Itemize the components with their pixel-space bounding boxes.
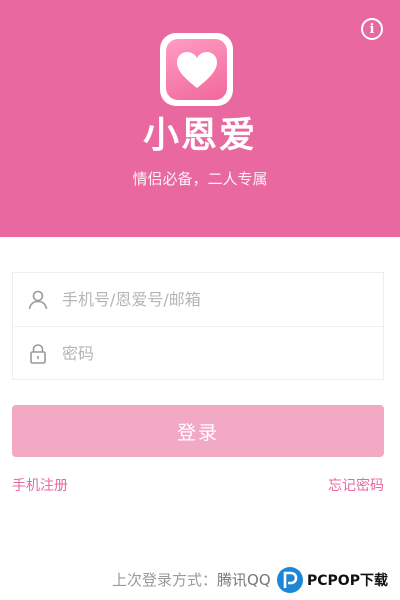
username-input[interactable] [62,284,362,315]
watermark-text: PCPOP下载 [307,573,388,589]
logo-background [166,39,227,100]
watermark: PCPOP下载 [275,560,400,600]
header-banner: i 小恩爱 情侣必备，二人专属 [0,0,400,237]
user-icon [28,290,48,309]
last-login-label: 上次登录方式： [112,571,218,589]
login-form [12,272,384,380]
app-slogan: 情侣必备，二人专属 [132,170,268,188]
password-input[interactable] [62,338,362,369]
app-name: 小恩爱 [142,115,257,156]
forgot-password-link[interactable]: 忘记密码 [328,477,384,495]
lock-icon [30,343,46,364]
register-link[interactable]: 手机注册 [12,477,68,495]
info-glyph: i [369,21,375,37]
pcpop-logo-icon [277,567,303,593]
last-login-method[interactable]: 腾讯QQ [217,571,271,589]
info-icon[interactable]: i [361,18,383,40]
last-login-info: 上次登录方式：腾讯QQ [112,570,271,590]
app-logo [160,33,233,106]
password-field [13,327,383,380]
login-screen: i 小恩爱 情侣必备，二人专属 手机号/恩爱号/邮箱 登录 手机注册 忘记密码 … [0,0,400,600]
login-button[interactable]: 登录 [12,405,384,457]
pcpop-p-icon [283,571,298,588]
heart-icon [176,51,217,88]
username-field [13,273,383,327]
